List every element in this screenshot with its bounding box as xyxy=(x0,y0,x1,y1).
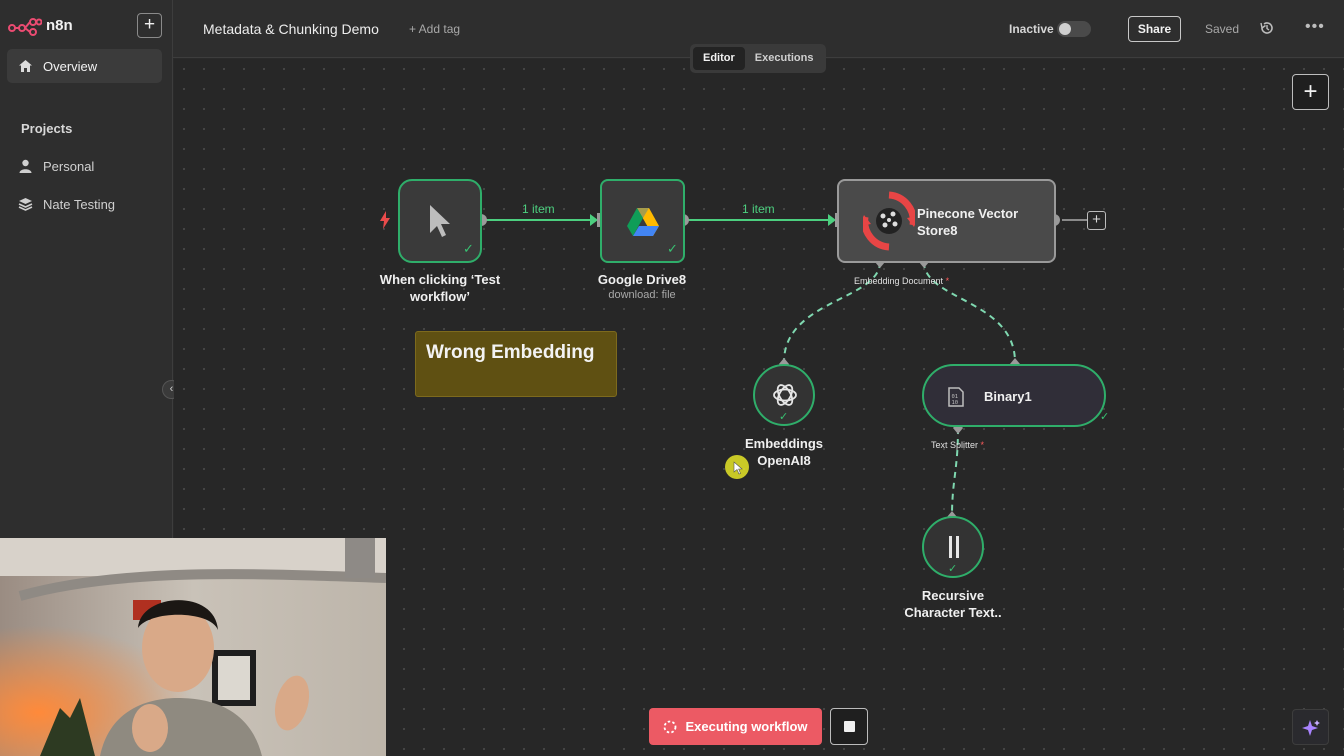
sticky-note-text: Wrong Embedding xyxy=(426,342,595,363)
webcam-overlay xyxy=(0,538,386,756)
splitter-icon xyxy=(949,536,959,558)
success-check-icon: ✓ xyxy=(1100,411,1110,423)
node-pinecone-vector-store[interactable]: Pinecone Vector Store8 xyxy=(837,179,1056,263)
add-next-node-button[interactable]: + xyxy=(1087,211,1106,230)
success-check-icon: ✓ xyxy=(667,241,678,256)
stop-icon xyxy=(844,721,855,732)
input-label-text-splitter: Text Splitter * xyxy=(931,440,985,450)
executing-workflow-label: Executing workflow xyxy=(685,719,808,734)
cursor-pointer-icon xyxy=(430,205,450,237)
spinner-icon xyxy=(664,720,677,733)
sticky-note[interactable]: Wrong Embedding xyxy=(415,331,617,397)
binary-file-icon: 01 10 xyxy=(948,387,964,407)
node-subtitle: download: file xyxy=(608,289,676,301)
stop-execution-button[interactable] xyxy=(830,708,868,745)
node-embeddings-openai[interactable]: ✓ xyxy=(753,364,815,426)
ai-assistant-button[interactable] xyxy=(1292,709,1329,745)
sparkle-icon xyxy=(1302,720,1320,736)
connection-label: 1 item xyxy=(742,202,775,216)
openai-icon xyxy=(773,384,797,406)
success-check-icon: ✓ xyxy=(463,241,474,256)
success-check-icon: ✓ xyxy=(779,411,789,423)
trigger-bolt-icon xyxy=(380,211,390,229)
node-binary-loader[interactable]: 01 10 Binary1 ✓ xyxy=(922,364,1110,427)
node-label: Google Drive8 xyxy=(597,272,687,287)
node-recursive-text-splitter[interactable]: ✓ xyxy=(922,516,984,578)
success-check-icon: ✓ xyxy=(948,563,958,575)
node-manual-trigger[interactable]: ✓ xyxy=(398,179,482,263)
node-label: Recursive Character Text.. xyxy=(904,588,1002,620)
input-label-embedding-document: Embedding Document * xyxy=(854,276,950,286)
node-label: Pinecone Vector Store8 xyxy=(917,206,1019,238)
pinecone-spinner-icon xyxy=(863,191,915,251)
presenter-video-image xyxy=(0,538,386,756)
executing-workflow-button[interactable]: Executing workflow xyxy=(649,708,822,745)
app-window: n8n + Overview Projects Personal Nate Te… xyxy=(0,0,1344,756)
svg-text:10: 10 xyxy=(952,400,959,406)
node-label: Binary1 xyxy=(984,389,1032,404)
mouse-pointer-icon xyxy=(733,461,743,475)
node-google-drive[interactable]: ✓ xyxy=(600,179,685,263)
connection-label: 1 item xyxy=(522,202,555,216)
google-drive-icon xyxy=(627,208,659,236)
node-label: When clicking ‘Test workflow’ xyxy=(379,272,501,304)
mouse-cursor-highlight xyxy=(725,455,749,479)
